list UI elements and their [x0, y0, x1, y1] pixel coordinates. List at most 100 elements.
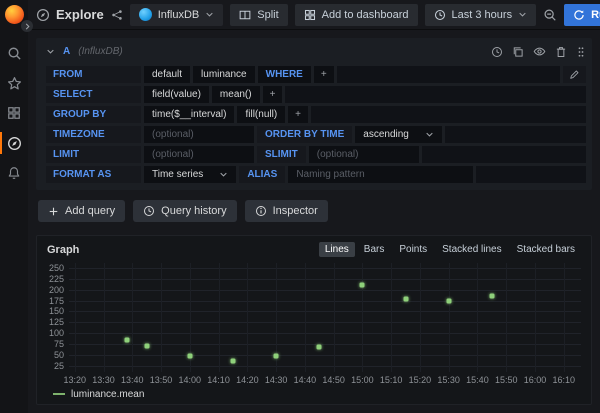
toggle-text-edit-button[interactable]: [563, 66, 586, 83]
query-editor: A (InfluxDB): [36, 38, 592, 190]
slimit-input[interactable]: [309, 146, 419, 163]
toolbar-actions: Split Add to dashboard Last 3 hours: [230, 4, 600, 26]
query-history-button[interactable]: Query history: [133, 200, 236, 222]
inspector-label: Inspector: [273, 205, 318, 217]
tab-points[interactable]: Points: [393, 242, 433, 257]
compass-icon: [36, 8, 50, 22]
drag-handle-icon[interactable]: [576, 46, 586, 58]
order-by-value: ascending: [363, 129, 409, 140]
gridline-horizontal: [69, 268, 581, 269]
sidebar-item-explore[interactable]: [0, 128, 28, 158]
graph-panel-header: Graph Lines Bars Points Stacked lines St…: [37, 236, 591, 259]
gridline-vertical: [305, 263, 306, 372]
x-tick-label: 14:20: [236, 375, 259, 385]
query-ref-id: A: [63, 46, 70, 57]
sidebar-item-alerting[interactable]: [0, 158, 28, 188]
datasource-picker[interactable]: InfluxDB: [130, 4, 224, 26]
main-content: Explore InfluxDB Split Add to d: [28, 0, 600, 413]
order-by-time-label: ORDER BY TIME: [257, 126, 352, 143]
page-title-label: Explore: [56, 7, 104, 22]
select-field-segment[interactable]: field(value): [144, 86, 209, 103]
run-query-label: Run query: [591, 9, 600, 21]
timezone-label: TIMEZONE: [46, 126, 141, 143]
copy-query-icon[interactable]: [512, 46, 524, 58]
from-measurement-segment[interactable]: luminance: [193, 66, 255, 83]
chevron-down-icon: [425, 130, 434, 139]
from-label: FROM: [46, 66, 141, 83]
group-by-fill-segment[interactable]: fill(null): [237, 106, 285, 123]
share-icon[interactable]: [111, 9, 123, 21]
sidebar-item-dashboards[interactable]: [0, 98, 28, 128]
group-by-time-segment[interactable]: time($__interval): [144, 106, 234, 123]
history-icon[interactable]: [491, 46, 503, 58]
alias-label: ALIAS: [239, 166, 285, 183]
grafana-logo-icon[interactable]: [5, 5, 24, 24]
x-tick-label: 14:30: [265, 375, 288, 385]
plot-area[interactable]: [69, 263, 581, 372]
add-query-button[interactable]: Add query: [38, 200, 125, 222]
x-tick-label: 13:50: [150, 375, 173, 385]
gridline-vertical: [334, 263, 335, 372]
data-point[interactable]: [124, 337, 129, 342]
chevron-right-icon: [24, 23, 31, 30]
time-range-picker[interactable]: Last 3 hours: [425, 4, 537, 26]
split-label: Split: [257, 9, 278, 21]
collapse-chevron-icon[interactable]: [46, 47, 55, 56]
y-tick-label: 150: [49, 306, 64, 316]
data-point[interactable]: [187, 354, 192, 359]
data-point[interactable]: [274, 353, 279, 358]
data-point[interactable]: [144, 344, 149, 349]
data-point[interactable]: [489, 294, 494, 299]
sidebar-item-search[interactable]: [0, 38, 28, 68]
sidebar-item-favorites[interactable]: [0, 68, 28, 98]
data-point[interactable]: [360, 283, 365, 288]
legend-series-label[interactable]: luminance.mean: [71, 389, 144, 400]
add-to-dashboard-button[interactable]: Add to dashboard: [295, 4, 418, 26]
query-row-header: A (InfluxDB): [46, 44, 586, 59]
select-func-segment[interactable]: mean(): [212, 86, 260, 103]
remove-query-trash-icon[interactable]: [555, 46, 567, 58]
gridline-horizontal: [69, 301, 581, 302]
x-tick-label: 14:00: [179, 375, 202, 385]
chevron-down-icon: [205, 10, 214, 19]
gridline-vertical: [535, 263, 536, 372]
graph-style-tabs: Lines Bars Points Stacked lines Stacked …: [319, 242, 581, 257]
timezone-input[interactable]: [144, 126, 254, 143]
tab-bars[interactable]: Bars: [358, 242, 391, 257]
x-tick-label: 14:50: [322, 375, 345, 385]
split-button[interactable]: Split: [230, 4, 287, 26]
alias-input[interactable]: [288, 166, 473, 183]
data-point[interactable]: [317, 344, 322, 349]
sidebar-expand-button[interactable]: [21, 20, 33, 32]
zoom-out-icon[interactable]: [543, 8, 557, 22]
inspector-button[interactable]: Inspector: [245, 200, 328, 222]
data-point[interactable]: [230, 359, 235, 364]
format-as-label: FORMAT AS: [46, 166, 141, 183]
where-add-button[interactable]: +: [314, 66, 334, 83]
row-filler: [285, 86, 586, 103]
data-point[interactable]: [403, 297, 408, 302]
order-by-select[interactable]: ascending: [355, 126, 442, 143]
row-filler: [337, 66, 560, 83]
group-by-add-button[interactable]: +: [288, 106, 308, 123]
run-query-button[interactable]: Run query: [564, 4, 600, 26]
tab-stacked-bars[interactable]: Stacked bars: [511, 242, 581, 257]
y-tick-label: 200: [49, 285, 64, 295]
gridline-vertical: [362, 263, 363, 372]
format-as-select[interactable]: Time series: [144, 166, 236, 183]
gridline-horizontal: [69, 366, 581, 367]
datasource-name: InfluxDB: [158, 9, 200, 21]
data-point[interactable]: [446, 298, 451, 303]
query-datasource-hint: (InfluxDB): [78, 46, 122, 57]
where-keyword-segment[interactable]: WHERE: [258, 66, 311, 83]
tab-stacked-lines[interactable]: Stacked lines: [436, 242, 507, 257]
from-policy-segment[interactable]: default: [144, 66, 190, 83]
time-range-label: Last 3 hours: [452, 9, 513, 21]
tab-lines[interactable]: Lines: [319, 242, 355, 257]
bell-icon: [7, 166, 21, 180]
gridline-vertical: [449, 263, 450, 372]
chart: 255075100125150175200225250 13:2013:3013…: [37, 259, 591, 404]
disable-query-eye-icon[interactable]: [533, 45, 546, 58]
select-add-button[interactable]: +: [263, 86, 283, 103]
limit-input[interactable]: [144, 146, 254, 163]
